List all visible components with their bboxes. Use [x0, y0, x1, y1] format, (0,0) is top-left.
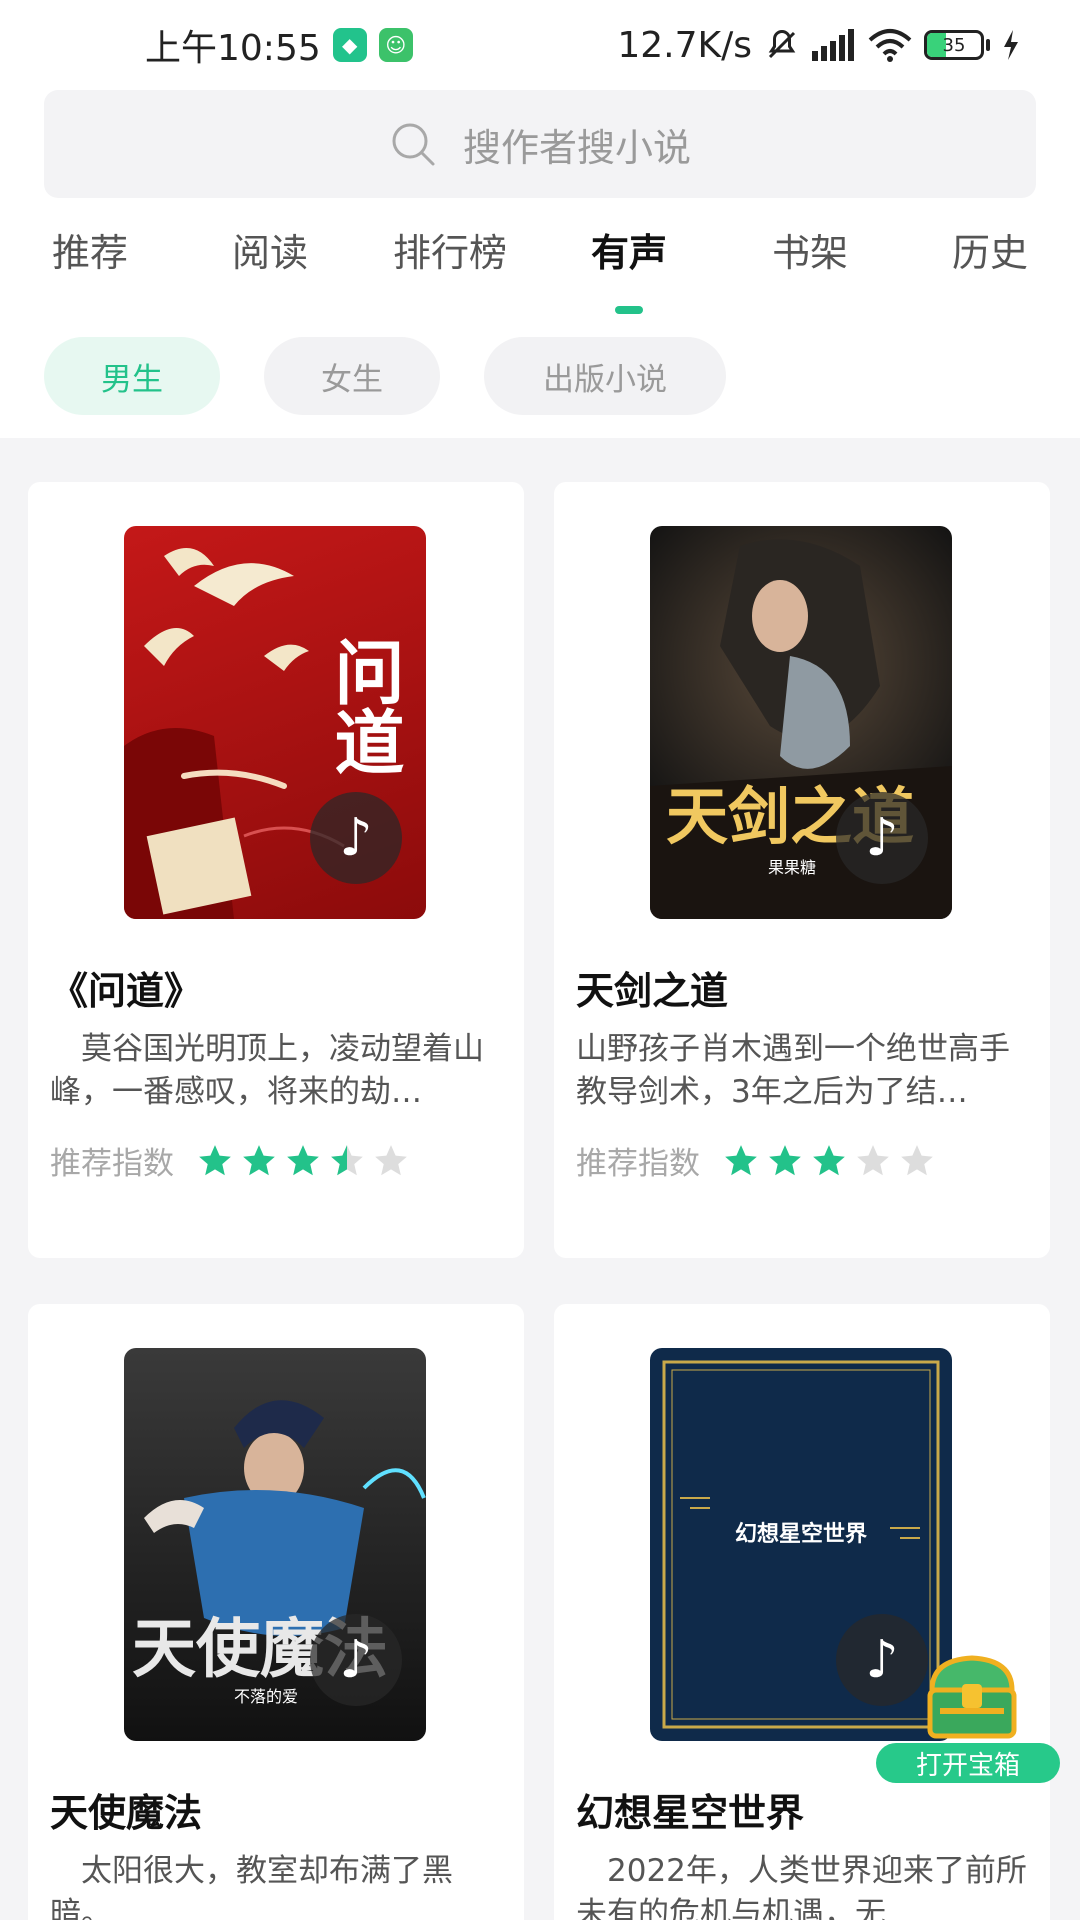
star-empty-icon	[375, 1144, 407, 1175]
book-title: 幻想星空世界	[576, 1791, 805, 1835]
book-title: 《问道》	[50, 969, 203, 1013]
battery-cap	[986, 39, 990, 51]
star-full-icon	[725, 1144, 757, 1175]
shield-app-icon: ◆	[332, 28, 367, 62]
book-title: 天使魔法	[50, 1791, 203, 1835]
star-full-icon	[199, 1144, 231, 1175]
cat-app-icon: ☺	[378, 28, 413, 62]
book-card[interactable]: 问道 ♪ 《问道》 莫谷国光明顶上，凌动望着山峰，一番感叹，将来的劫… 推荐指数	[28, 482, 524, 1258]
rating-row: 推荐指数	[576, 1138, 936, 1183]
play-audio-button[interactable]: ♪	[836, 792, 928, 884]
tab-recommend[interactable]: 推荐	[52, 222, 128, 277]
book-description: 山野孩子肖木遇到一个绝世高手教导剑术，3年之后为了结…	[576, 1031, 1010, 1110]
star-full-icon	[769, 1144, 801, 1175]
tab-bookshelf[interactable]: 书架	[772, 222, 848, 277]
search-placeholder: 搜作者搜小说	[462, 125, 691, 170]
play-audio-button[interactable]: ♪	[310, 792, 402, 884]
category-tabs: 推荐 阅读 排行榜 有声 书架 历史	[0, 222, 1080, 322]
book-description: 2022年，人类世界迎来了前所未有的危机与机遇，无…	[576, 1853, 1027, 1920]
star-empty-icon	[857, 1144, 889, 1175]
book-title: 天剑之道	[576, 969, 729, 1013]
book-card[interactable]: 幻想星空世界 ♪ 幻想星空世界 2022年，人类世界迎来了前所未有的危机与机遇，…	[554, 1304, 1050, 1920]
cover-title-text: 幻想星空世界	[734, 1521, 867, 1547]
battery-level: 35	[942, 34, 966, 56]
rating-label: 推荐指数	[50, 1146, 174, 1182]
play-audio-button[interactable]: ♪	[310, 1614, 402, 1706]
treasure-chest-icon[interactable]	[922, 1650, 1022, 1740]
rating-stars	[722, 1142, 936, 1180]
star-half-icon	[331, 1144, 363, 1175]
charging-icon	[1004, 30, 1018, 60]
tab-ranking[interactable]: 排行榜	[393, 222, 507, 277]
tab-read[interactable]: 阅读	[232, 222, 308, 277]
tab-audio[interactable]: 有声	[591, 222, 667, 277]
book-cover: 天剑之道 果果糖 ♪	[650, 526, 952, 919]
book-cover: 问道 ♪	[124, 526, 426, 919]
search-bar[interactable]: 搜作者搜小说	[44, 90, 1036, 198]
cover-author-text: 果果糖	[768, 858, 817, 877]
net-speed: 12.7K/s	[617, 24, 752, 66]
star-empty-icon	[901, 1144, 933, 1175]
book-description: 莫谷国光明顶上，凌动望着山峰，一番感叹，将来的劫…	[50, 1031, 484, 1110]
star-full-icon	[287, 1144, 319, 1175]
book-cover: 天使魔法 不落的爱 ♪	[124, 1348, 426, 1741]
active-tab-indicator	[615, 306, 643, 314]
mute-icon	[768, 29, 796, 59]
star-full-icon	[243, 1144, 275, 1175]
status-right: 12.7K/s 35	[617, 25, 1020, 66]
book-card[interactable]: 天剑之道 果果糖 ♪ 天剑之道 山野孩子肖木遇到一个绝世高手教导剑术，3年之后为…	[554, 482, 1050, 1258]
book-description: 太阳很大，教室却布满了黑暗。…	[50, 1853, 453, 1920]
chip-published[interactable]: 出版小说	[484, 337, 726, 415]
rating-label: 推荐指数	[576, 1146, 700, 1182]
battery-indicator: 35	[924, 30, 984, 60]
open-treasure-button[interactable]: 打开宝箱	[876, 1743, 1060, 1783]
book-card[interactable]: 天使魔法 不落的爱 ♪ 天使魔法 太阳很大，教室却布满了黑暗。…	[28, 1304, 524, 1920]
signal-icon	[812, 29, 854, 61]
chip-female[interactable]: 女生	[264, 337, 440, 415]
tab-history[interactable]: 历史	[952, 222, 1028, 277]
book-cover: 幻想星空世界 ♪	[650, 1348, 952, 1741]
chip-male[interactable]: 男生	[44, 337, 220, 415]
rating-row: 推荐指数	[50, 1138, 410, 1183]
star-full-icon	[813, 1144, 845, 1175]
cover-title-text: 问道	[323, 636, 406, 776]
play-audio-button[interactable]: ♪	[836, 1614, 928, 1706]
rating-stars	[196, 1142, 410, 1180]
cover-author-text: 不落的爱	[234, 1687, 299, 1706]
status-left: 上午10:55 ◆ ☺	[145, 19, 413, 71]
status-time: 上午10:55	[145, 28, 321, 69]
status-bar: 上午10:55 ◆ ☺ 12.7K/s 35	[0, 0, 1080, 90]
search-icon	[392, 123, 435, 166]
wifi-icon	[868, 29, 912, 62]
